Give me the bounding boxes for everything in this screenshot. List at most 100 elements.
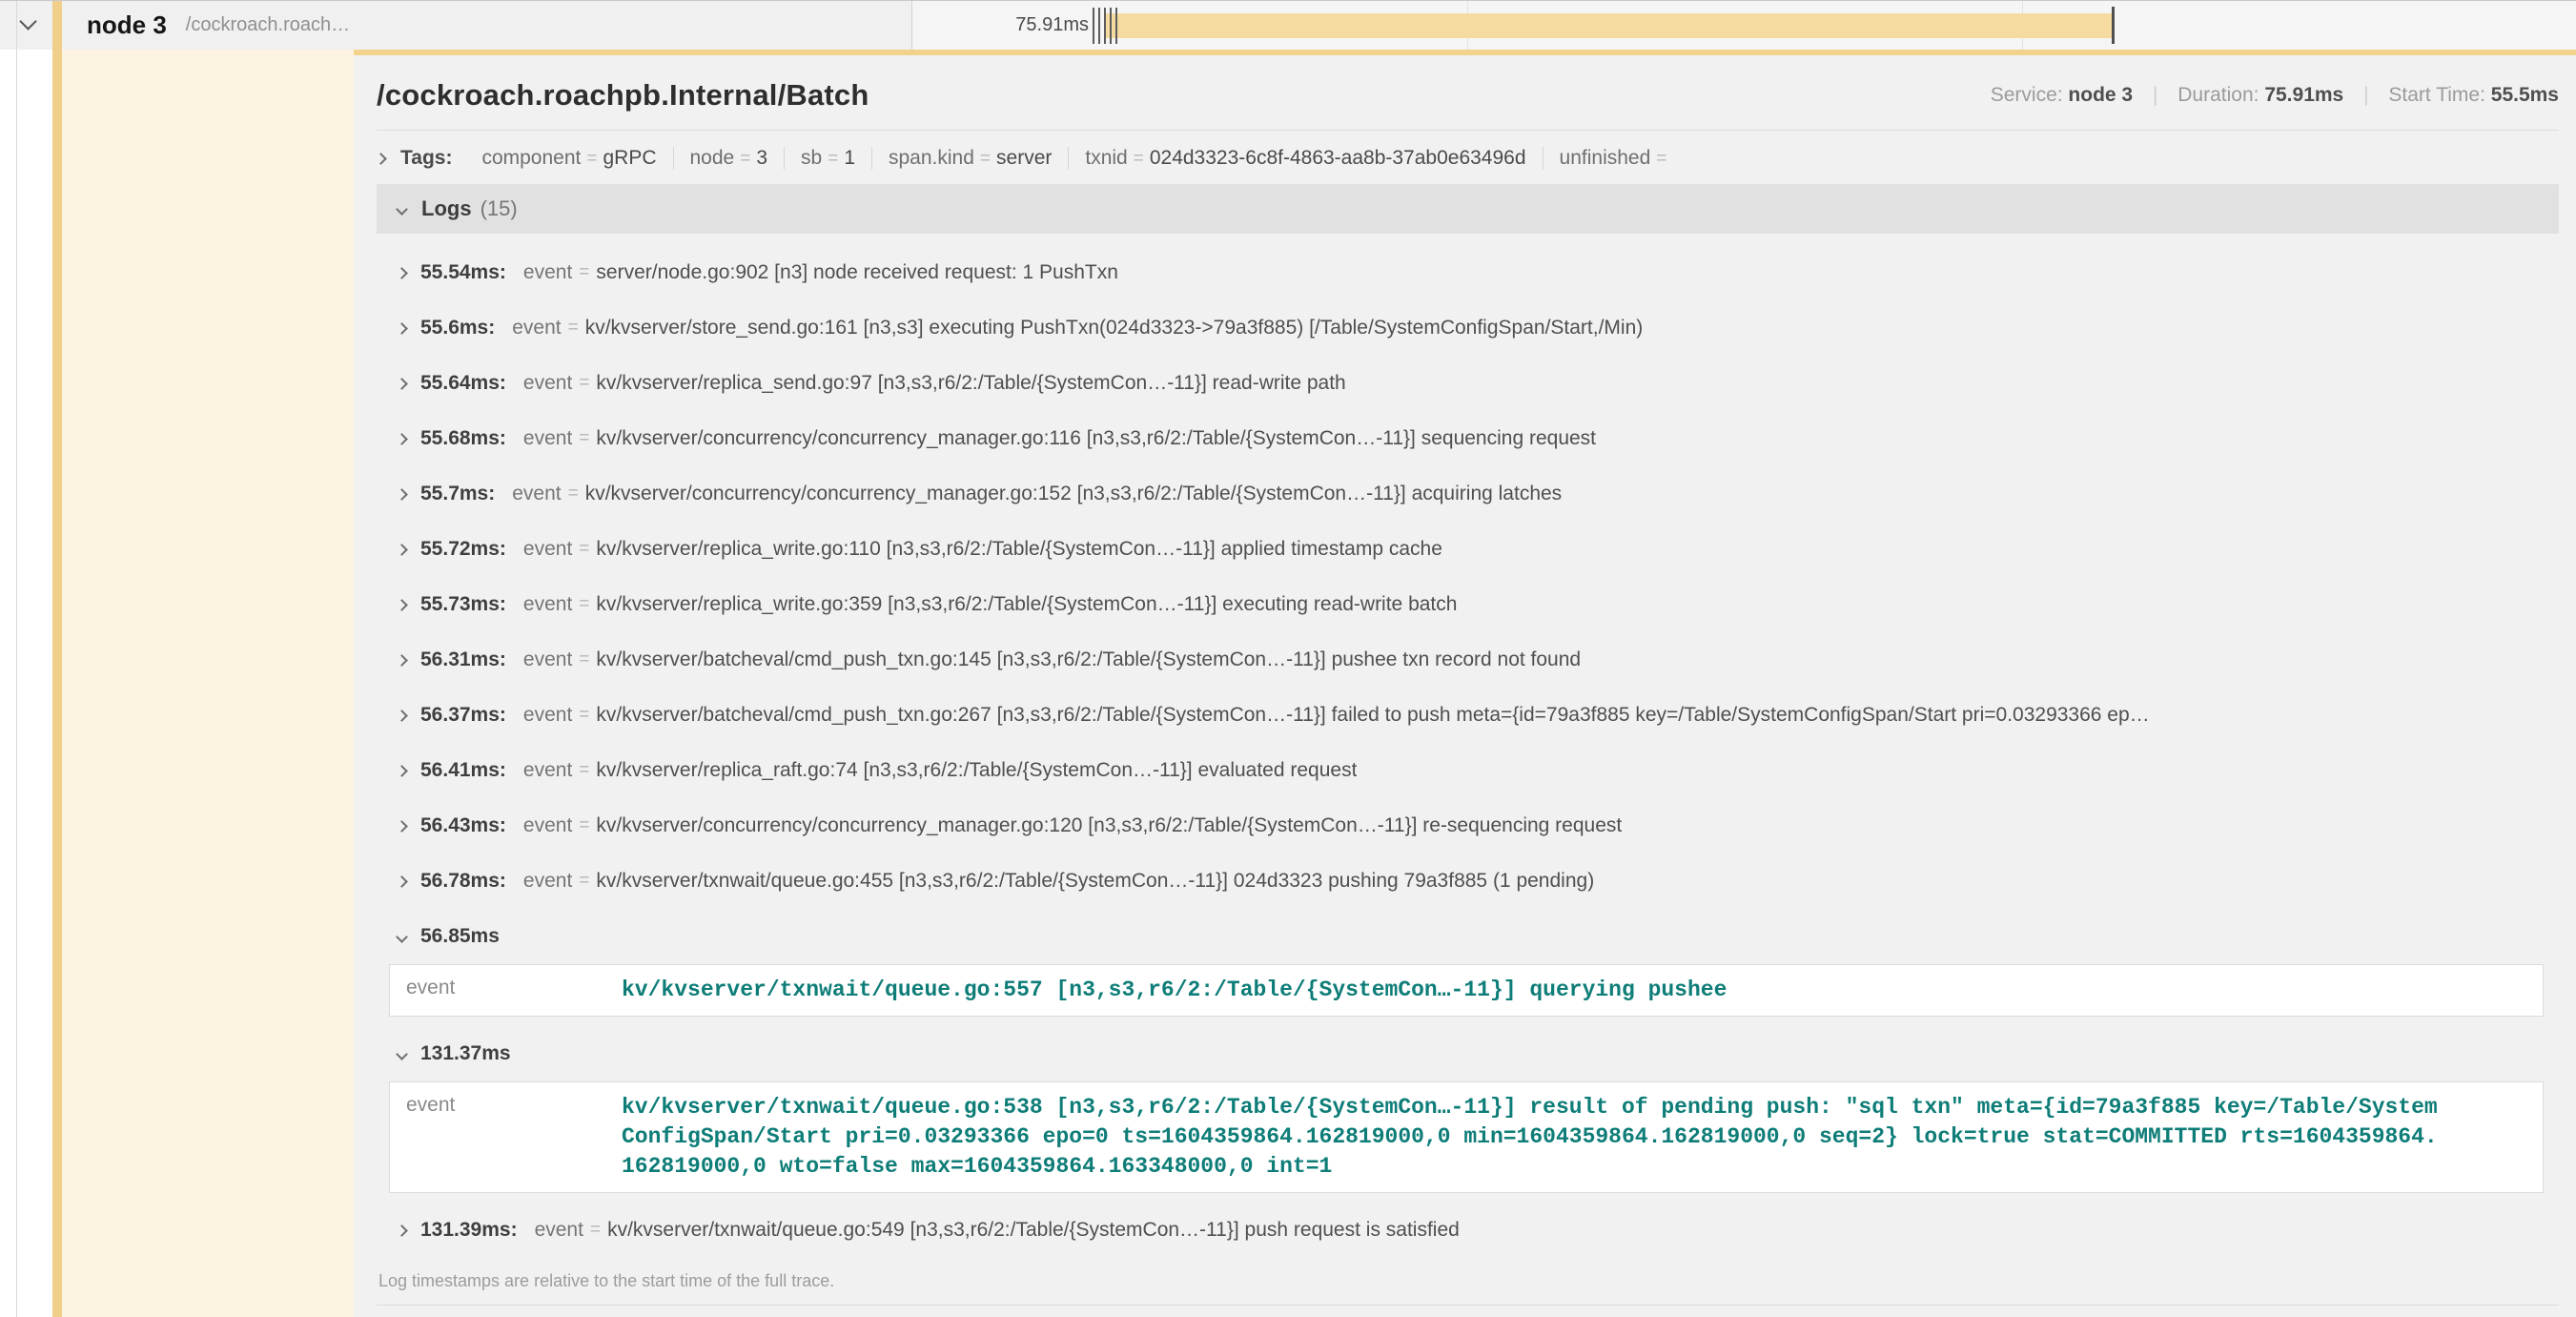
log-row[interactable]: 55.6ms:event=kv/kvserver/store_send.go:1… bbox=[377, 300, 2559, 356]
tag-key: span.kind bbox=[889, 147, 974, 169]
log-message: kv/kvserver/replica_write.go:359 [n3,s3,… bbox=[596, 593, 1457, 616]
log-field-name: event bbox=[390, 1082, 622, 1192]
tag-value: gRPC bbox=[603, 147, 656, 169]
log-row[interactable]: 56.37ms:event=kv/kvserver/batcheval/cmd_… bbox=[377, 688, 2559, 743]
tag-value: 3 bbox=[756, 147, 767, 169]
tag-value: server bbox=[996, 147, 1052, 169]
span-duration-label: 75.91ms bbox=[970, 14, 1089, 36]
left-gutter bbox=[0, 50, 52, 1317]
equals-sign: = bbox=[568, 484, 579, 504]
equals-sign: = bbox=[579, 262, 589, 283]
meta-divider: | bbox=[2153, 84, 2157, 106]
duration-label: Duration: bbox=[2177, 84, 2259, 106]
log-row[interactable]: 56.31ms:event=kv/kvserver/batcheval/cmd_… bbox=[377, 632, 2559, 688]
chevron-right-icon[interactable] bbox=[396, 433, 408, 445]
span-row[interactable]: node 3 /cockroach.roach… 75.91ms bbox=[0, 1, 2576, 50]
chevron-right-icon[interactable] bbox=[396, 654, 408, 667]
chevron-right-icon[interactable] bbox=[396, 599, 408, 611]
logs-accordion[interactable]: Logs (15) bbox=[377, 184, 2559, 234]
log-field-name: event bbox=[523, 593, 572, 616]
tags-accordion[interactable]: Tags: component=gRPCnode=3sb=1span.kind=… bbox=[377, 131, 2559, 184]
chevron-right-icon[interactable] bbox=[396, 765, 408, 777]
log-timestamp: 55.6ms: bbox=[420, 317, 495, 340]
log-row[interactable]: 56.78ms:event=kv/kvserver/txnwait/queue.… bbox=[377, 854, 2559, 909]
log-message: kv/kvserver/txnwait/queue.go:549 [n3,s3,… bbox=[607, 1219, 1460, 1242]
span-timeline[interactable]: 75.91ms bbox=[912, 1, 2576, 50]
log-row[interactable]: 55.7ms: event = kv/kvserver/concurrency/con… bbox=[377, 466, 2559, 522]
log-field-name: event bbox=[535, 1219, 583, 1242]
logs-label: Logs bbox=[421, 196, 472, 221]
log-row-expanded-header[interactable]: 131.37ms bbox=[377, 1026, 2559, 1081]
log-field-name: event bbox=[512, 317, 561, 340]
log-row[interactable]: 55.68ms:event=kv/kvserver/concurrency/co… bbox=[377, 411, 2559, 466]
chevron-right-icon[interactable] bbox=[396, 544, 408, 556]
log-timestamp: 56.41ms: bbox=[420, 759, 506, 782]
span-name-cell[interactable]: node 3 /cockroach.roach… bbox=[52, 1, 912, 50]
equals-sign: = bbox=[828, 149, 838, 169]
log-field-name: event bbox=[523, 759, 572, 782]
equals-sign: = bbox=[579, 373, 589, 394]
span-detail-panel: /cockroach.roachpb.Internal/Batch Servic… bbox=[354, 50, 2576, 1317]
log-message: kv/kvserver/batcheval/cmd_push_txn.go:14… bbox=[596, 648, 1581, 671]
log-row-expanded-header[interactable]: 56.85ms bbox=[377, 909, 2559, 964]
log-field-value: kv/kvserver/txnwait/queue.go:557 [n3,s3,… bbox=[622, 965, 1746, 1016]
chevron-right-icon[interactable] bbox=[396, 378, 408, 390]
detail-header: /cockroach.roachpb.Internal/Batch Servic… bbox=[377, 55, 2559, 130]
log-field-name: event bbox=[523, 648, 572, 671]
equals-sign: = bbox=[579, 428, 589, 449]
chevron-down-icon[interactable] bbox=[396, 203, 408, 216]
log-timestamp: 56.31ms: bbox=[420, 648, 506, 671]
log-row[interactable]: 55.54ms:event=server/node.go:902 [n3] no… bbox=[377, 245, 2559, 300]
chevron-right-icon[interactable] bbox=[396, 267, 408, 279]
log-field-name: event bbox=[523, 538, 572, 561]
meta-divider: | bbox=[2363, 84, 2368, 106]
logs-count: (15) bbox=[480, 196, 518, 221]
log-row[interactable]: 56.43ms:event=kv/kvserver/concurrency/co… bbox=[377, 798, 2559, 854]
tag-key: node bbox=[690, 147, 735, 169]
log-timestamp: 55.68ms: bbox=[420, 427, 506, 450]
log-row[interactable]: 56.41ms:event=kv/kvserver/replica_raft.g… bbox=[377, 743, 2559, 798]
chevron-down-icon[interactable] bbox=[396, 1048, 408, 1060]
log-row[interactable]: 55.72ms:event=kv/kvserver/replica_write.… bbox=[377, 522, 2559, 577]
tag-key: component bbox=[481, 147, 581, 169]
equals-sign: = bbox=[1656, 149, 1666, 169]
log-field-name: event bbox=[523, 261, 572, 284]
log-timestamp: 55.7ms: bbox=[420, 483, 495, 505]
equals-sign: = bbox=[586, 149, 597, 169]
log-message: kv/kvserver/batcheval/cmd_push_txn.go:26… bbox=[596, 704, 2149, 727]
log-timestamp: 131.39ms: bbox=[420, 1219, 518, 1242]
span-operation-name: /cockroach.roach… bbox=[186, 14, 350, 36]
log-field-name: event bbox=[523, 427, 572, 450]
log-timestamp: 56.78ms: bbox=[420, 870, 506, 893]
log-message: kv/kvserver/replica_write.go:110 [n3,s3,… bbox=[596, 538, 1442, 561]
equals-sign: = bbox=[980, 149, 991, 169]
span-duration-bar[interactable] bbox=[1106, 13, 2112, 38]
log-message: kv/kvserver/store_send.go:161 [n3,s3] ex… bbox=[585, 317, 1644, 340]
chevron-right-icon[interactable] bbox=[396, 710, 408, 722]
span-color-column bbox=[62, 50, 354, 1317]
chevron-right-icon[interactable] bbox=[396, 488, 408, 501]
log-message: kv/kvserver/concurrency/concurrency_mana… bbox=[585, 483, 1562, 505]
start-time-label: Start Time: bbox=[2388, 84, 2485, 106]
chevron-right-icon[interactable] bbox=[396, 322, 408, 335]
chevron-down-icon[interactable] bbox=[396, 931, 408, 943]
log-row[interactable]: 131.39ms:event=kv/kvserver/txnwait/queue… bbox=[377, 1203, 2559, 1258]
equals-sign: = bbox=[579, 594, 589, 615]
tag-value: 1 bbox=[844, 147, 855, 169]
log-message: kv/kvserver/replica_send.go:97 [n3,s3,r6… bbox=[596, 372, 1345, 395]
chevron-right-icon[interactable] bbox=[396, 820, 408, 833]
log-field-name: event bbox=[390, 965, 622, 1016]
tag-key: txnid bbox=[1085, 147, 1127, 169]
chevron-right-icon[interactable] bbox=[396, 875, 408, 888]
tag-key: sb bbox=[801, 147, 822, 169]
tag-item: unfinished= bbox=[1543, 147, 1689, 170]
service-value: node 3 bbox=[2068, 84, 2133, 106]
log-field-name: event bbox=[512, 483, 561, 505]
log-message: kv/kvserver/replica_raft.go:74 [n3,s3,r6… bbox=[596, 759, 1357, 782]
chevron-right-icon[interactable] bbox=[375, 153, 387, 165]
logs-footnote: Log timestamps are relative to the start… bbox=[377, 1260, 2559, 1306]
log-row[interactable]: 55.64ms:event=kv/kvserver/replica_send.g… bbox=[377, 356, 2559, 411]
chevron-right-icon[interactable] bbox=[396, 1224, 408, 1237]
service-label: Service: bbox=[1991, 84, 2063, 106]
log-row[interactable]: 55.73ms:event=kv/kvserver/replica_write.… bbox=[377, 577, 2559, 632]
